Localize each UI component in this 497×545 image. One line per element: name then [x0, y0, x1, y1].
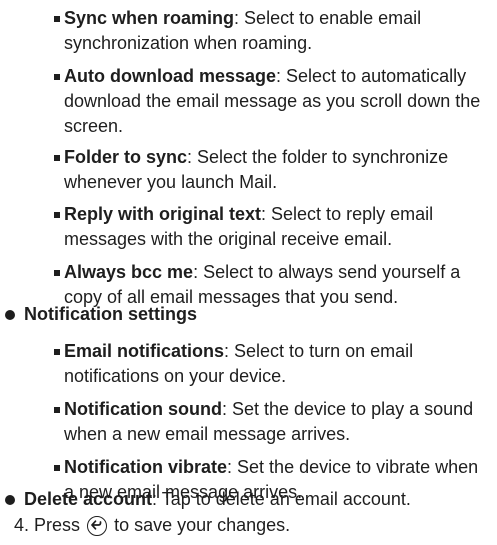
bullet-auto-download-message: Auto download message: Select to automat… — [54, 64, 492, 139]
item-label: Notification settings — [24, 304, 198, 324]
square-bullet-icon — [54, 74, 60, 80]
square-bullet-icon — [54, 155, 60, 161]
bullet-notification-sound: Notification sound: Set the device to pl… — [54, 397, 492, 447]
bullet-reply-with-original-text: Reply with original text: Select to repl… — [54, 202, 492, 252]
round-bullet-icon — [5, 495, 15, 505]
item-label: Auto download message — [64, 66, 277, 86]
square-bullet-icon — [54, 465, 60, 471]
item-label: Reply with original text — [64, 204, 262, 224]
step-text-after: to save your changes. — [114, 515, 291, 535]
item-label: Notification sound — [64, 399, 222, 419]
item-label: Email notifications — [64, 341, 225, 361]
item-label: Sync when roaming — [64, 8, 235, 28]
step-text-before: 4. Press — [14, 515, 81, 535]
bullet-sync-when-roaming: Sync when roaming: Select to enable emai… — [54, 6, 492, 56]
bullet-delete-account: Delete account: Tap to delete an email a… — [5, 487, 492, 512]
square-bullet-icon — [54, 16, 60, 22]
round-bullet-icon — [5, 310, 15, 320]
manual-page: Sync when roaming: Select to enable emai… — [0, 0, 497, 545]
square-bullet-icon — [54, 349, 60, 355]
item-label: Folder to sync — [64, 147, 188, 167]
bullet-folder-to-sync: Folder to sync: Select the folder to syn… — [54, 145, 492, 195]
square-bullet-icon — [54, 212, 60, 218]
square-bullet-icon — [54, 407, 60, 413]
item-label: Always bcc me — [64, 262, 194, 282]
item-label: Notification vibrate — [64, 457, 228, 477]
square-bullet-icon — [54, 270, 60, 276]
step-instruction: 4. Press to save your changes. — [14, 513, 290, 538]
bullet-email-notifications: Email notifications: Select to turn on e… — [54, 339, 492, 389]
item-label: Delete account — [24, 489, 153, 509]
item-text: : Tap to delete an email account. — [152, 489, 411, 509]
back-arrow-icon — [87, 516, 108, 536]
bullet-notification-settings: Notification settings — [5, 302, 492, 327]
